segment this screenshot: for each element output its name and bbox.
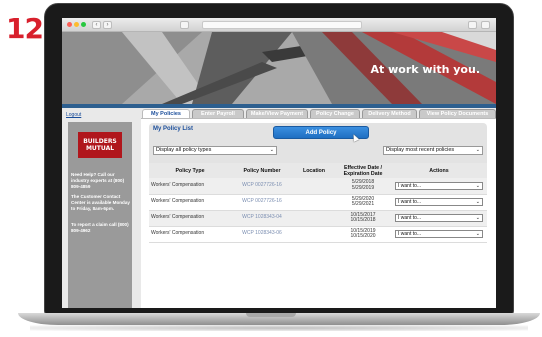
header-band	[62, 104, 496, 108]
dates-cell: 10/15/2017 10/15/2018	[335, 210, 391, 227]
location-cell	[293, 210, 335, 227]
chevron-down-icon: ⌄	[475, 231, 480, 237]
logo-line-1: BUILDERS	[83, 138, 117, 145]
hero-banner: At work with you.	[62, 32, 496, 104]
policy-sort-value: Display most recent policies	[386, 147, 455, 153]
tab-delivery-method[interactable]: Delivery Method	[362, 109, 417, 118]
expiration-date: 5/29/2021	[351, 201, 375, 207]
table-row: Workers' Compensation WCP 0027726-16 5/2…	[149, 194, 487, 211]
laptop-shadow	[30, 325, 528, 331]
tab-enter-payroll[interactable]: Enter Payroll	[192, 109, 244, 118]
action-select-value: I want to...	[398, 182, 422, 189]
minimize-window-icon[interactable]	[74, 22, 79, 27]
policy-table: Policy Type Policy Number Location Effec…	[149, 163, 487, 243]
header-actions: Actions	[391, 163, 487, 178]
support-hours-text: The Customer Contact Center is available…	[71, 194, 130, 211]
chevron-down-icon: ⌄	[475, 147, 480, 153]
action-select-value: I want to...	[398, 199, 422, 205]
dates-cell: 5/29/2020 5/29/2021	[335, 194, 391, 211]
laptop-screen: ‹ › At work with you. Logout BUILDERS MU…	[62, 18, 496, 308]
step-number: 12	[6, 12, 44, 45]
action-select-value: I want to...	[398, 231, 422, 237]
actions-cell: I want to... ⌄	[391, 226, 487, 243]
help-text: Need Help? Call our industry experts at …	[71, 172, 125, 189]
sidebar: BUILDERS MUTUAL Need Help? Call our indu…	[68, 122, 132, 308]
header-dates: Effective Date / Expiration Date	[335, 163, 391, 178]
header-location: Location	[293, 163, 335, 178]
builders-mutual-logo: BUILDERS MUTUAL	[78, 132, 122, 158]
table-row: Workers' Compensation WCP 1028343-06 10/…	[149, 226, 487, 243]
table-header-row: Policy Type Policy Number Location Effec…	[149, 163, 487, 178]
claim-text: To report a claim call (800) 809-4962	[71, 222, 129, 233]
tabs-icon[interactable]	[481, 21, 490, 29]
expiration-date: 10/15/2018	[350, 217, 376, 223]
chevron-down-icon: ⌄	[269, 147, 274, 153]
location-cell	[293, 178, 335, 195]
share-icon[interactable]	[468, 21, 477, 29]
tab-view-policy-documents[interactable]: View Policy Documents	[419, 109, 496, 118]
chevron-down-icon: ⌄	[475, 182, 480, 189]
policy-sort-select[interactable]: Display most recent policies ⌄	[383, 146, 483, 155]
panel-header: My Policy List Add Policy Display all po…	[149, 123, 487, 163]
policy-number-cell[interactable]: WCP 1028343-06	[231, 226, 293, 243]
policy-type-cell: Workers' Compensation	[149, 178, 231, 195]
policy-type-cell: Workers' Compensation	[149, 194, 231, 211]
policy-type-cell: Workers' Compensation	[149, 226, 231, 243]
maximize-window-icon[interactable]	[81, 22, 86, 27]
back-arrow-icon[interactable]: ‹	[92, 21, 101, 29]
header-policy-number: Policy Number	[231, 163, 293, 178]
chevron-down-icon: ⌄	[475, 215, 480, 221]
address-bar[interactable]	[202, 21, 362, 29]
policy-type-cell: Workers' Compensation	[149, 210, 231, 227]
action-select[interactable]: I want to... ⌄	[395, 181, 483, 190]
dates-cell: 10/15/2019 10/15/2020	[335, 226, 391, 243]
chevron-down-icon: ⌄	[475, 199, 480, 205]
action-select[interactable]: I want to... ⌄	[395, 230, 483, 238]
actions-cell: I want to... ⌄	[391, 194, 487, 211]
table-row: Workers' Compensation WCP 1028343-04 10/…	[149, 210, 487, 227]
policy-type-filter[interactable]: Display all policy types ⌄	[153, 146, 277, 155]
action-select[interactable]: I want to... ⌄	[395, 198, 483, 206]
actions-cell: I want to... ⌄	[391, 210, 487, 227]
browser-toolbar: ‹ ›	[62, 18, 496, 32]
actions-cell: I want to... ⌄	[391, 178, 487, 195]
header-policy-type: Policy Type	[149, 163, 231, 178]
expiration-date: 5/29/2019	[351, 184, 375, 191]
expiration-date: 10/15/2020	[350, 233, 376, 239]
policy-type-filter-value: Display all policy types	[156, 147, 212, 153]
sidebar-toggle-icon[interactable]	[180, 21, 189, 29]
action-select-value: I want to...	[398, 215, 422, 221]
policy-number-cell[interactable]: WCP 0027726-16	[231, 194, 293, 211]
panel-title: My Policy List	[153, 126, 194, 132]
table-row: Workers' Compensation WCP 0027726-16 5/2…	[149, 178, 487, 195]
policy-number-cell[interactable]: WCP 0027726-16	[231, 178, 293, 195]
action-select[interactable]: I want to... ⌄	[395, 214, 483, 222]
dates-cell: 5/29/2018 5/29/2019	[335, 178, 391, 195]
tab-policy-change[interactable]: Policy Change	[310, 109, 360, 118]
laptop-notch	[246, 313, 296, 317]
hero-tagline: At work with you.	[370, 63, 480, 76]
logout-link[interactable]: Logout	[66, 112, 81, 118]
close-window-icon[interactable]	[67, 22, 72, 27]
logo-line-2: MUTUAL	[85, 145, 115, 152]
location-cell	[293, 226, 335, 243]
policy-panel: My Policy List Add Policy Display all po…	[141, 118, 496, 308]
tab-my-policies[interactable]: My Policies	[142, 109, 190, 118]
forward-arrow-icon[interactable]: ›	[103, 21, 112, 29]
policy-number-cell[interactable]: WCP 1028343-04	[231, 210, 293, 227]
tab-make-view-payment[interactable]: Make/View Payment	[246, 109, 308, 118]
location-cell	[293, 194, 335, 211]
